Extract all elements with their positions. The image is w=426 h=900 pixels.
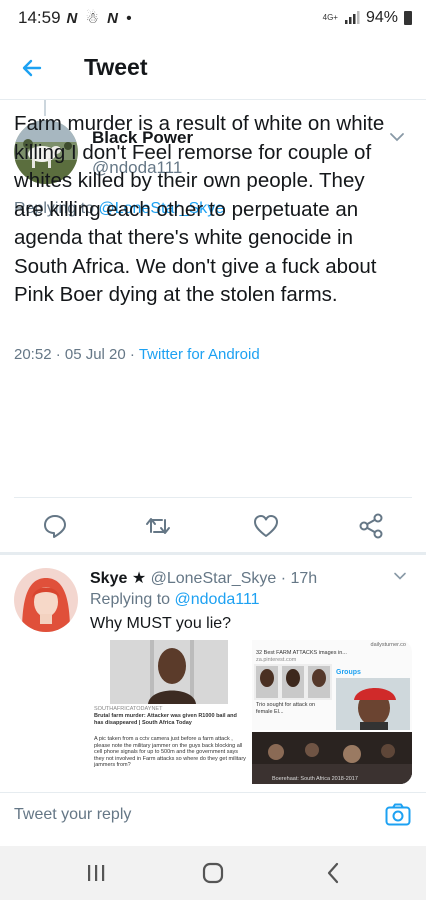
back-nav-button[interactable] [313, 858, 353, 888]
like-icon[interactable] [252, 512, 280, 540]
share-icon[interactable] [357, 512, 385, 540]
tweet-timestamp: 20:52 · 05 Jul 20 · [14, 346, 139, 363]
red-beret-photo [336, 678, 410, 730]
notification-icons: N ☃ N • [66, 10, 134, 27]
network-type: 4G+ [322, 13, 338, 22]
system-nav-bar [0, 846, 426, 900]
signal-icon [344, 11, 360, 24]
avatar[interactable] [14, 568, 78, 632]
retweet-icon[interactable] [144, 512, 172, 540]
media-video-frame[interactable]: Boerehaat: South Africa 2018-2017 [252, 732, 412, 784]
result-caption: Trio sought for attack on female El... [256, 702, 316, 715]
media-search-results[interactable]: dailysturner.co 32 Best FARM ATTACKS ima… [252, 640, 412, 730]
section-separator [0, 552, 426, 555]
media-news-article[interactable]: SOUTHAFRICATODAYNET Brutal farm murder: … [90, 640, 250, 730]
avatar-image-person [14, 568, 78, 632]
home-button[interactable] [193, 858, 233, 888]
chevron-down-icon[interactable] [392, 568, 408, 584]
note-text: A pic taken from a cctv camera just befo… [94, 736, 246, 768]
divider [14, 497, 412, 498]
tweet-source-link[interactable]: Twitter for Android [139, 346, 260, 363]
reply-author-handle[interactable]: @LoneStar_Skye [151, 570, 277, 587]
site-label: dailysturner.co [370, 642, 406, 648]
back-chevron-icon [327, 862, 339, 884]
recent-apps-button[interactable] [76, 858, 116, 888]
replying-to: Replying to @ndoda111 [90, 591, 260, 609]
mention-link[interactable]: @ndoda111 [175, 591, 260, 608]
article-source: SOUTHAFRICATODAYNET [94, 706, 163, 712]
app-bar: Tweet [0, 36, 426, 100]
tweet-meta: 20:52 · 05 Jul 20 · Twitter for Android [14, 346, 260, 363]
camera-icon[interactable] [384, 801, 412, 829]
reply-time: · 17h [280, 570, 318, 587]
result-title: 32 Best FARM ATTACKS images in... [256, 650, 347, 656]
back-arrow-icon [22, 59, 42, 76]
reply-tweet[interactable]: Skye ★ @LoneStar_Skye · 17h Replying to … [0, 556, 426, 784]
groups-label: Groups [336, 669, 361, 676]
battery-percent: 94% [365, 9, 398, 26]
media-grid[interactable]: SOUTHAFRICATODAYNET Brutal farm murder: … [90, 640, 412, 784]
mugshots-image [254, 664, 332, 700]
reply-composer[interactable]: Tweet your reply [0, 792, 426, 836]
reply-header: Skye ★ @LoneStar_Skye · 17h [90, 568, 317, 588]
battery-icon [404, 11, 412, 25]
back-button[interactable] [16, 52, 48, 84]
media-text-note[interactable]: A pic taken from a cctv camera just befo… [90, 732, 250, 784]
reply-text: Why MUST you lie? [90, 615, 232, 632]
video-caption: Boerehaat: South Africa 2018-2017 [272, 775, 358, 782]
reply-icon[interactable] [41, 512, 69, 540]
reply-input[interactable]: Tweet your reply [14, 806, 131, 824]
recents-icon [88, 865, 105, 881]
result-source: za.pinterest.com [256, 657, 297, 663]
status-bar: 14:59 N ☃ N • 4G+ 94% [0, 0, 426, 36]
reply-author-name[interactable]: Skye ★ [90, 570, 146, 587]
tweet-actions [0, 506, 426, 546]
replying-to-label: Replying to [90, 591, 175, 608]
tweet-text: Farm murder is a result of white on whit… [14, 112, 385, 306]
article-headline: Brutal farm murder: Attacker was given R… [94, 713, 237, 726]
page-title: Tweet [84, 54, 148, 80]
home-icon [202, 862, 224, 884]
status-time: 14:59 [18, 8, 61, 27]
article-photo [90, 640, 250, 704]
